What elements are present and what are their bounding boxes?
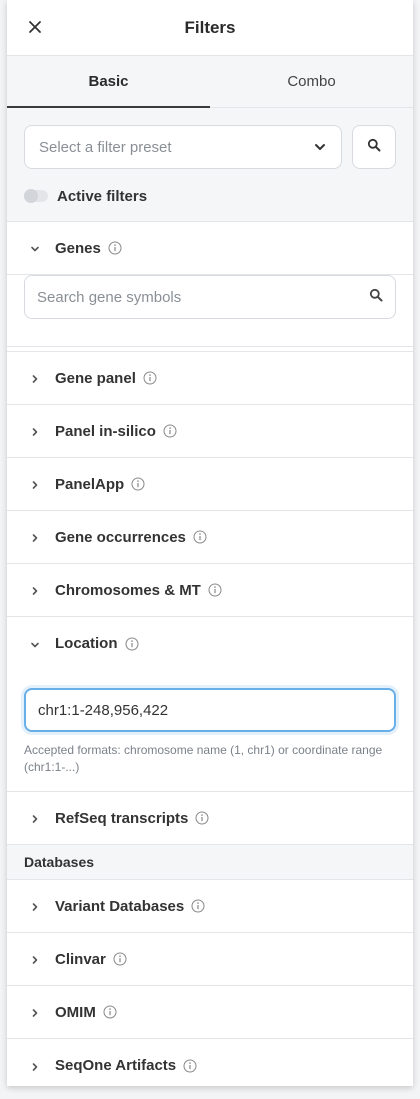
section-refseq-transcripts[interactable]: RefSeq transcripts bbox=[7, 792, 413, 845]
section-gene-occurrences[interactable]: Gene occurrences bbox=[7, 511, 413, 564]
active-filters-toggle[interactable] bbox=[24, 189, 48, 203]
filter-preset-select[interactable]: Select a filter preset bbox=[24, 125, 342, 169]
section-variant-databases[interactable]: Variant Databases bbox=[7, 880, 413, 933]
info-icon[interactable] bbox=[131, 477, 145, 491]
chevron-right-icon bbox=[29, 812, 41, 824]
section-label: OMIM bbox=[55, 1003, 96, 1021]
info-icon[interactable] bbox=[191, 899, 205, 913]
info-icon[interactable] bbox=[103, 1005, 117, 1019]
section-label: Clinvar bbox=[55, 950, 106, 968]
chevron-down-icon bbox=[29, 242, 41, 254]
info-icon[interactable] bbox=[183, 1059, 197, 1073]
active-filters-label: Active filters bbox=[57, 187, 148, 205]
preset-search-button[interactable] bbox=[352, 125, 396, 169]
location-help-text: Accepted formats: chromosome name (1, ch… bbox=[24, 743, 383, 774]
close-icon[interactable] bbox=[25, 17, 45, 37]
chevron-right-icon bbox=[29, 1006, 41, 1018]
chevron-down-icon bbox=[313, 140, 327, 154]
preset-placeholder: Select a filter preset bbox=[39, 138, 172, 156]
filters-header: Filters bbox=[7, 0, 413, 56]
section-panel-in-silico[interactable]: Panel in-silico bbox=[7, 405, 413, 458]
filter-tabs: Basic Combo bbox=[7, 56, 413, 108]
chevron-right-icon bbox=[29, 584, 41, 596]
section-genes[interactable]: Genes bbox=[7, 222, 413, 275]
chevron-right-icon bbox=[29, 953, 41, 965]
section-location[interactable]: Location bbox=[7, 617, 413, 670]
section-label: Chromosomes & MT bbox=[55, 581, 201, 599]
section-omim[interactable]: OMIM bbox=[7, 986, 413, 1039]
tab-basic[interactable]: Basic bbox=[7, 56, 210, 108]
section-seqone-artifacts[interactable]: SeqOne Artifacts bbox=[7, 1039, 413, 1086]
section-label: Genes bbox=[55, 239, 101, 257]
active-filters-row: Active filters bbox=[24, 186, 396, 206]
genes-body bbox=[7, 275, 413, 347]
chevron-right-icon bbox=[29, 372, 41, 384]
search-icon bbox=[369, 288, 383, 307]
section-label: Gene panel bbox=[55, 369, 136, 387]
databases-header: Databases bbox=[7, 845, 413, 880]
info-icon[interactable] bbox=[208, 583, 222, 597]
info-icon[interactable] bbox=[143, 371, 157, 385]
filters-panel: Filters Basic Combo Select a filter pres… bbox=[7, 0, 413, 1086]
section-label: Location bbox=[55, 635, 118, 652]
section-label: SeqOne Artifacts bbox=[55, 1057, 177, 1074]
info-icon[interactable] bbox=[113, 952, 127, 966]
preset-area: Select a filter preset Active filters bbox=[7, 108, 413, 222]
chevron-right-icon bbox=[29, 478, 41, 490]
gene-search-input[interactable] bbox=[37, 288, 369, 306]
page-title: Filters bbox=[184, 17, 236, 37]
location-body: Accepted formats: chromosome name (1, ch… bbox=[7, 670, 413, 792]
chevron-right-icon bbox=[29, 425, 41, 437]
info-icon[interactable] bbox=[195, 811, 209, 825]
location-input[interactable] bbox=[38, 701, 382, 719]
chevron-right-icon bbox=[29, 900, 41, 912]
section-gene-panel[interactable]: Gene panel bbox=[7, 352, 413, 405]
info-icon[interactable] bbox=[108, 241, 122, 255]
info-icon[interactable] bbox=[193, 530, 207, 544]
chevron-right-icon bbox=[29, 531, 41, 543]
gene-search-field[interactable] bbox=[24, 275, 396, 319]
chevron-right-icon bbox=[29, 1060, 41, 1072]
section-panelapp[interactable]: PanelApp bbox=[7, 458, 413, 511]
section-clinvar[interactable]: Clinvar bbox=[7, 933, 413, 986]
section-label: Panel in-silico bbox=[55, 422, 156, 440]
location-field[interactable] bbox=[24, 688, 396, 732]
section-label: PanelApp bbox=[55, 475, 125, 493]
section-label: Variant Databases bbox=[55, 897, 185, 915]
tab-combo[interactable]: Combo bbox=[210, 56, 413, 107]
section-label: Gene occurrences bbox=[55, 528, 186, 546]
search-icon bbox=[367, 138, 381, 157]
chevron-down-icon bbox=[29, 638, 41, 650]
info-icon[interactable] bbox=[125, 637, 139, 651]
section-chromosomes-mt[interactable]: Chromosomes & MT bbox=[7, 564, 413, 617]
info-icon[interactable] bbox=[163, 424, 177, 438]
section-label: RefSeq transcripts bbox=[55, 809, 189, 827]
